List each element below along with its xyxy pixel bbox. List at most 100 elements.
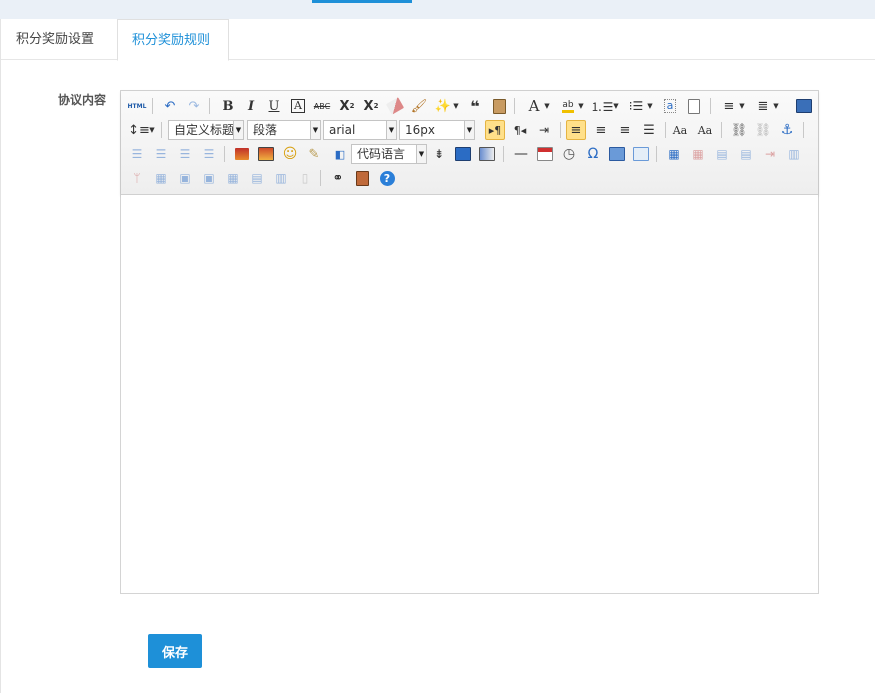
image-none-icon[interactable]: ☰ xyxy=(127,144,147,164)
strikethrough-icon[interactable]: ABC xyxy=(312,96,332,116)
unlink-icon[interactable]: ⛓ xyxy=(753,120,773,140)
toolbar-row-2: ↕≡ ▼ 自定义标题 ▼ 段落 ▼ arial ▼ 16px ▼ ▸¶ ¶◂ ⇥… xyxy=(121,118,818,142)
heading-select-arrow[interactable]: ▼ xyxy=(234,120,244,140)
font-border-icon[interactable]: A xyxy=(288,96,308,116)
background-icon[interactable] xyxy=(477,144,497,164)
insert-col-icon[interactable]: ▥ xyxy=(784,144,804,164)
snapshot-icon[interactable] xyxy=(631,144,651,164)
underline-icon[interactable]: U xyxy=(264,96,284,116)
font-family-select-arrow[interactable]: ▼ xyxy=(387,120,397,140)
rich-text-editor: HTML ↶ ↷ B I U A ABC X2 X2 🖌 ✨ ▼ ❝ A ▼ a… xyxy=(120,90,819,594)
simple-upload-icon[interactable] xyxy=(232,144,252,164)
heading-select[interactable]: 自定义标题 xyxy=(168,120,234,140)
row-spacing-dropdown-icon[interactable]: ▼ xyxy=(147,120,157,140)
special-char-icon[interactable]: Ω xyxy=(583,144,603,164)
toolbar-row-4: ᛘ ▦ ▣ ▣ ▦ ▤ ▥ ▯ ⚭ ? xyxy=(121,166,818,190)
align-justify-icon[interactable]: ☰ xyxy=(639,120,659,140)
insert-paragraph-before-table-icon[interactable]: ▤ xyxy=(712,144,732,164)
code-language-select[interactable]: 代码语言 xyxy=(351,144,417,164)
font-size-select-arrow[interactable]: ▼ xyxy=(465,120,475,140)
ltr-direction-icon[interactable]: ▸¶ xyxy=(485,120,505,140)
anchor-text-icon[interactable]: a xyxy=(660,96,680,116)
tab-reward-settings[interactable]: 积分奖励设置 xyxy=(2,19,116,60)
paste-plain-icon[interactable] xyxy=(489,96,509,116)
tab-bar: 积分奖励设置 积分奖励规则 xyxy=(1,19,875,61)
page-break-icon[interactable] xyxy=(684,96,704,116)
image-right-icon[interactable]: ☰ xyxy=(175,144,195,164)
paragraph-spacing-dropdown-icon[interactable]: ▼ xyxy=(771,96,781,116)
word-image-icon[interactable] xyxy=(607,144,627,164)
help-icon[interactable]: ? xyxy=(377,168,397,188)
top-strip xyxy=(0,0,875,19)
font-color-dropdown-icon[interactable]: ▼ xyxy=(542,96,552,116)
delete-col-icon[interactable]: ᛘ xyxy=(127,168,147,188)
image-center-icon[interactable]: ☰ xyxy=(199,144,219,164)
content-field-label: 协议内容 xyxy=(58,93,107,107)
row-spacing-icon[interactable]: ↕≡ xyxy=(128,120,150,140)
paragraph-select[interactable]: 段落 xyxy=(247,120,311,140)
insert-image-icon[interactable] xyxy=(256,144,276,164)
paragraph-spacing-icon[interactable]: ≣ xyxy=(753,96,773,116)
delete-table-icon[interactable]: ▦ xyxy=(688,144,708,164)
editor-content-area[interactable] xyxy=(121,195,818,593)
tab-reward-rules[interactable]: 积分奖励规则 xyxy=(117,19,229,61)
scrawl-icon[interactable]: ✎ xyxy=(304,144,324,164)
highlight-dropdown-icon[interactable]: ▼ xyxy=(576,96,586,116)
unordered-list-icon[interactable]: ⁝☰ xyxy=(626,96,646,116)
image-left-icon[interactable]: ☰ xyxy=(151,144,171,164)
template-icon[interactable] xyxy=(453,144,473,164)
insert-code-icon[interactable]: ◧ xyxy=(330,144,350,164)
print-icon[interactable] xyxy=(352,168,372,188)
insert-row-icon[interactable]: ▤ xyxy=(736,144,756,164)
merge-cells-icon[interactable]: ▦ xyxy=(151,168,171,188)
line-spacing-icon[interactable]: ≡ xyxy=(719,96,739,116)
time-icon[interactable]: ◷ xyxy=(559,144,579,164)
merge-down-icon[interactable]: ▣ xyxy=(199,168,219,188)
font-family-select[interactable]: arial xyxy=(323,120,387,140)
delete-row-icon[interactable]: ⇥ xyxy=(760,144,780,164)
insert-table-icon[interactable]: ▦ xyxy=(664,144,684,164)
redo-icon[interactable]: ↷ xyxy=(184,96,204,116)
blockquote-icon[interactable]: ❝ xyxy=(465,96,485,116)
ordered-list-dropdown-icon[interactable]: ▼ xyxy=(611,96,621,116)
lowercase-icon[interactable]: Aa xyxy=(695,120,715,140)
merge-right-icon[interactable]: ▣ xyxy=(175,168,195,188)
split-to-cols-icon[interactable]: ▥ xyxy=(271,168,291,188)
bold-icon[interactable]: B xyxy=(218,96,238,116)
horizontal-rule-icon[interactable]: — xyxy=(511,144,531,164)
date-icon[interactable] xyxy=(535,144,555,164)
ordered-list-icon[interactable]: ⒈☰ xyxy=(591,96,614,116)
split-to-cells-icon[interactable]: ▦ xyxy=(223,168,243,188)
align-left-icon[interactable]: ≡ xyxy=(566,120,586,140)
subscript-icon[interactable]: X2 xyxy=(361,96,381,116)
anchor-icon[interactable]: ⚓ xyxy=(777,120,797,140)
page-break-line-icon[interactable]: ⇟ xyxy=(429,144,449,164)
uppercase-icon[interactable]: Aa xyxy=(670,120,690,140)
code-language-select-arrow[interactable]: ▼ xyxy=(417,144,427,164)
link-icon[interactable]: ⛓ xyxy=(729,120,749,140)
auto-typeset-icon[interactable]: ✨ xyxy=(433,96,453,116)
preview-icon[interactable] xyxy=(794,96,814,116)
line-spacing-dropdown-icon[interactable]: ▼ xyxy=(737,96,747,116)
format-painter-icon[interactable]: 🖌 xyxy=(409,96,429,116)
italic-icon[interactable]: I xyxy=(241,96,261,116)
font-size-select[interactable]: 16px xyxy=(399,120,465,140)
paragraph-select-arrow[interactable]: ▼ xyxy=(311,120,321,140)
eraser-icon[interactable] xyxy=(385,96,405,116)
emoticon-icon[interactable]: ☺ xyxy=(280,144,300,164)
chart-icon[interactable]: ▯ xyxy=(295,168,315,188)
auto-typeset-dropdown-icon[interactable]: ▼ xyxy=(451,96,461,116)
unordered-list-dropdown-icon[interactable]: ▼ xyxy=(645,96,655,116)
indent-icon[interactable]: ⇥ xyxy=(534,120,554,140)
highlight-color-icon[interactable]: ab xyxy=(558,96,578,116)
align-center-icon[interactable]: ≡ xyxy=(591,120,611,140)
undo-icon[interactable]: ↶ xyxy=(160,96,180,116)
rtl-direction-icon[interactable]: ¶◂ xyxy=(510,120,530,140)
search-replace-icon[interactable]: ⚭ xyxy=(328,168,348,188)
html-source-button[interactable]: HTML xyxy=(126,96,148,116)
align-right-icon[interactable]: ≡ xyxy=(615,120,635,140)
split-to-rows-icon[interactable]: ▤ xyxy=(247,168,267,188)
save-button[interactable]: 保存 xyxy=(148,634,202,668)
superscript-icon[interactable]: X2 xyxy=(337,96,357,116)
font-color-icon[interactable]: A xyxy=(524,96,544,116)
